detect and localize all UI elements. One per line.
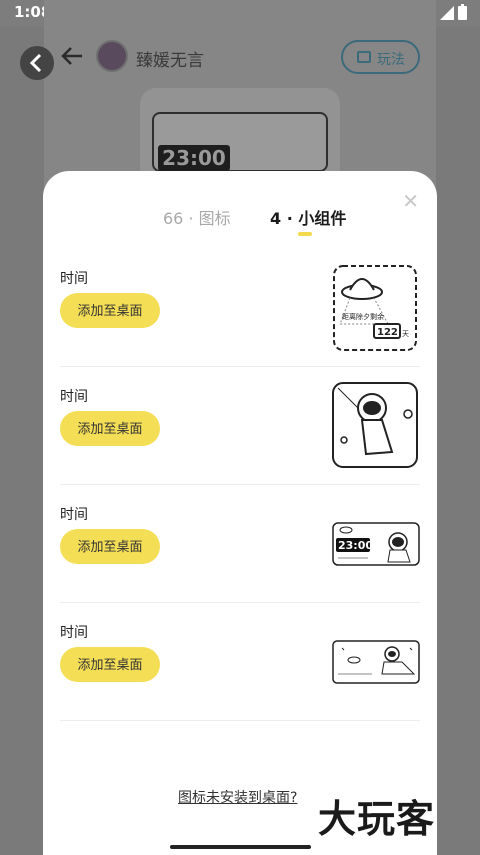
- background-username: 臻媛无言: [136, 51, 204, 71]
- countdown-unit: 天: [402, 330, 409, 338]
- astronaut-widget-thumbnail: [332, 382, 418, 468]
- battery-icon: [458, 4, 467, 24]
- add-to-desktop-button[interactable]: 添加至桌面: [60, 411, 160, 446]
- watermark: 大玩客: [318, 796, 436, 841]
- tab-widgets[interactable]: 4 · 小组件: [270, 205, 346, 229]
- countdown-label: 距离除夕剩余: [342, 312, 384, 321]
- avatar: [96, 40, 128, 72]
- chevron-left-icon: [29, 54, 42, 72]
- add-to-desktop-button[interactable]: 添加至桌面: [60, 529, 160, 564]
- widget-sheet: ✕ 66 · 图标 4 · 小组件 时间 添加至桌面 距离除夕剩余 122 天 …: [43, 171, 437, 855]
- widget-title: 时间: [60, 389, 88, 405]
- play-icon: [357, 51, 371, 63]
- countdown-number: 122: [377, 327, 398, 338]
- close-icon[interactable]: ✕: [402, 191, 419, 211]
- widget-title: 时间: [60, 507, 88, 523]
- home-indicator: [170, 845, 311, 849]
- widget-row: 时间 添加至桌面 距离除夕剩余 122 天: [60, 249, 420, 367]
- widget-title: 时间: [60, 625, 88, 641]
- clock-time: 23:00: [338, 539, 373, 552]
- widget-row: 时间 添加至桌面: [60, 603, 420, 721]
- arrow-left-icon: [60, 44, 84, 72]
- astronaut-banner-widget-thumbnail: [332, 640, 420, 684]
- tab-icons[interactable]: 66 · 图标: [163, 205, 231, 229]
- clock-widget-thumbnail: 23:00: [332, 522, 420, 566]
- play-rules-label: 玩法: [377, 52, 405, 68]
- icon-not-installed-link[interactable]: 图标未安装到桌面?: [178, 787, 297, 807]
- add-to-desktop-button[interactable]: 添加至桌面: [60, 293, 160, 328]
- ufo-countdown-widget-thumbnail: 距离除夕剩余 122 天: [333, 265, 417, 351]
- add-to-desktop-button[interactable]: 添加至桌面: [60, 647, 160, 682]
- background-widget-time: 23:00: [158, 145, 230, 171]
- tab-active-indicator: [298, 232, 312, 236]
- signal-icon: [440, 5, 454, 24]
- widget-row: 时间 添加至桌面: [60, 367, 420, 485]
- widget-title: 时间: [60, 271, 88, 287]
- play-rules-button: 玩法: [341, 40, 420, 74]
- back-button[interactable]: [20, 46, 54, 80]
- widget-row: 时间 添加至桌面 23:00: [60, 485, 420, 603]
